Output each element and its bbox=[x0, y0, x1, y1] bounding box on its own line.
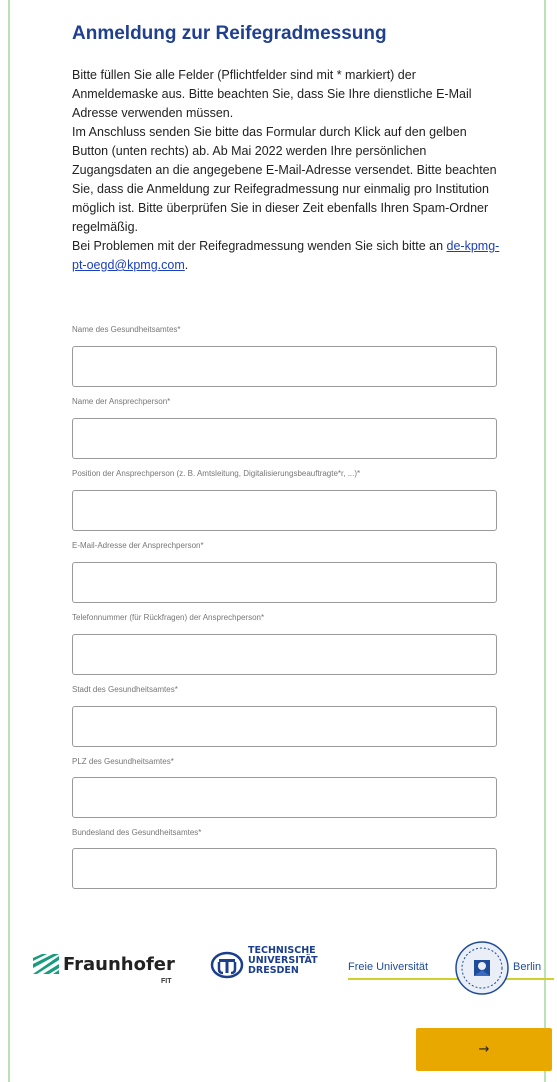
label-plz: PLZ des Gesundheitsamtes* bbox=[72, 757, 174, 766]
frame-left-border bbox=[8, 0, 10, 1082]
label-bundesland: Bundesland des Gesundheitsamtes* bbox=[72, 828, 202, 837]
tu-dresden-mark-icon bbox=[210, 951, 244, 979]
tu-dresden-wordmark: TECHNISCHE UNIVERSITÄT DRESDEN bbox=[248, 946, 318, 976]
label-stadt: Stadt des Gesundheitsamtes* bbox=[72, 685, 178, 694]
ansprechperson-email-input[interactable] bbox=[72, 562, 497, 603]
contact-paragraph: Bei Problemen mit der Reifegradmessung w… bbox=[72, 237, 500, 275]
intro-paragraph-2: Im Anschluss senden Sie bitte das Formul… bbox=[72, 125, 497, 234]
frame-right-border bbox=[544, 0, 546, 1082]
intro-text: Bitte füllen Sie alle Felder (Pflichtfel… bbox=[72, 66, 500, 275]
fu-wordmark-right: Berlin bbox=[513, 961, 542, 973]
tud-line-3: DRESDEN bbox=[248, 965, 299, 976]
bundesland-input[interactable] bbox=[72, 848, 497, 889]
label-gesundheitsamt-name: Name des Gesundheitsamtes* bbox=[72, 325, 181, 334]
fu-seal-icon bbox=[455, 941, 509, 995]
fu-wordmark-left: Freie Universität bbox=[348, 961, 429, 973]
fu-underline bbox=[348, 978, 554, 980]
label-ansprechperson-position: Position der Ansprechperson (z. B. Amtsl… bbox=[72, 469, 361, 478]
stadt-input[interactable] bbox=[72, 706, 497, 747]
plz-input[interactable] bbox=[72, 777, 497, 818]
intro-paragraph-1: Bitte füllen Sie alle Felder (Pflichtfel… bbox=[72, 68, 472, 120]
fraunhofer-mark-icon bbox=[33, 954, 59, 974]
ansprechperson-name-input[interactable] bbox=[72, 418, 497, 459]
ansprechperson-position-input[interactable] bbox=[72, 490, 497, 531]
label-ansprechperson-telefon: Telefonnummer (für Rückfragen) der Anspr… bbox=[72, 613, 265, 622]
contact-suffix: . bbox=[184, 258, 189, 272]
label-ansprechperson-name: Name der Ansprechperson* bbox=[72, 397, 171, 406]
fraunhofer-sub: FIT bbox=[161, 978, 172, 985]
contact-prefix: Bei Problemen mit der Reifegradmessung w… bbox=[72, 239, 447, 253]
page-title: Anmeldung zur Reifegradmessung bbox=[72, 23, 387, 44]
fu-berlin-logo: Freie Universität Berlin bbox=[348, 940, 554, 995]
gesundheitsamt-name-input[interactable] bbox=[72, 346, 497, 387]
submit-next-button[interactable]: → bbox=[416, 1028, 552, 1071]
ansprechperson-telefon-input[interactable] bbox=[72, 634, 497, 675]
partner-logos: Fraunhofer FIT TECHNISCHE UNIVERSITÄT DR… bbox=[0, 940, 557, 1000]
label-ansprechperson-email: E-Mail-Adresse der Ansprechperson* bbox=[72, 541, 204, 550]
fraunhofer-wordmark: Fraunhofer bbox=[63, 954, 175, 975]
